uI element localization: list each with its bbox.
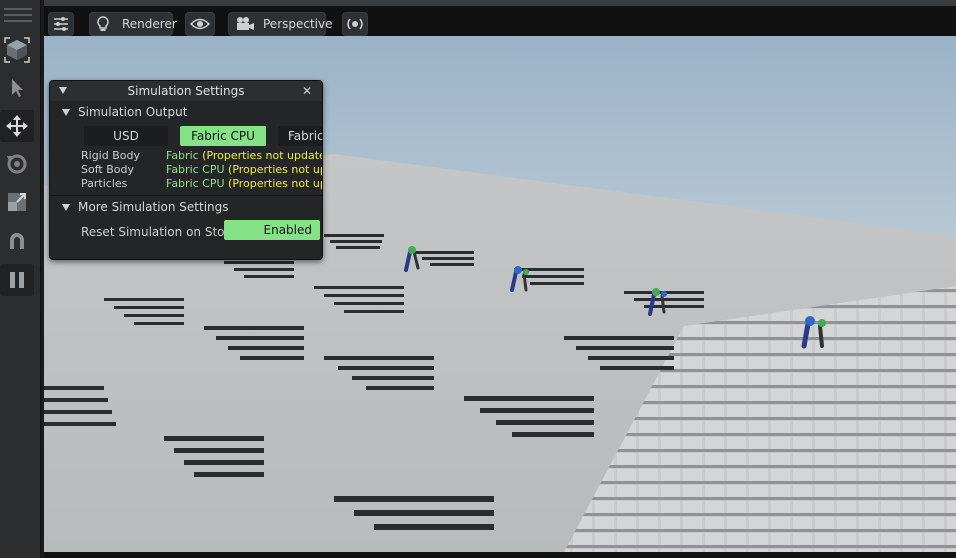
left-toolbar (0, 0, 41, 558)
soft-body-note: (Properties not updated) (228, 163, 322, 176)
scale-icon[interactable] (0, 186, 34, 218)
perspective-label: Perspective (263, 17, 333, 31)
particles-row: Particles Fabric CPU (Properties not upd… (50, 177, 322, 191)
move-icon[interactable] (0, 110, 34, 142)
simulation-output-label: Simulation Output (78, 105, 188, 119)
soft-body-value: Fabric CPU (166, 163, 225, 176)
broadcast-icon[interactable] (342, 12, 368, 36)
viewport-bottom-border (44, 552, 956, 558)
rigid-body-label: Rigid Body (81, 149, 140, 162)
soft-body-row: Soft Body Fabric CPU (Properties not upd… (50, 163, 322, 177)
eye-icon[interactable] (185, 12, 215, 36)
rigid-body-row: Rigid Body Fabric (Properties not update… (50, 149, 322, 163)
rotate-icon[interactable] (0, 148, 34, 180)
soft-body-label: Soft Body (81, 163, 134, 176)
section-triangle-icon (62, 203, 70, 211)
toolbar-grip[interactable] (4, 8, 32, 28)
simulation-settings-panel: Simulation Settings ✕ Simulation Output … (49, 80, 323, 260)
particles-note: (Properties not updated) (228, 177, 322, 190)
more-settings-label: More Simulation Settings (78, 200, 229, 214)
close-icon[interactable]: ✕ (302, 84, 312, 98)
select-arrow-icon[interactable] (0, 72, 34, 104)
renderer-label: Renderer (122, 17, 177, 31)
section-triangle-icon (62, 108, 70, 116)
camera-icon (235, 16, 255, 32)
output-tabs: USD Fabric CPU Fabric (50, 123, 322, 149)
settings-sliders-icon[interactable] (48, 12, 74, 36)
panel-title: Simulation Settings (127, 84, 245, 98)
reset-simulation-toggle[interactable]: Enabled (224, 220, 320, 240)
lightbulb-icon (96, 16, 110, 32)
perspective-camera-button[interactable]: Perspective (228, 12, 333, 36)
rigid-body-note: (Properties not updated) (202, 149, 322, 162)
particles-value: Fabric CPU (166, 177, 225, 190)
snap-magnet-icon[interactable] (0, 226, 34, 258)
tab-fabric-cpu[interactable]: Fabric CPU (180, 126, 266, 146)
reset-simulation-row: Reset Simulation on Stop Enabled (50, 218, 322, 246)
tab-fabric[interactable]: Fabric (278, 126, 322, 146)
pause-icon[interactable] (0, 264, 34, 296)
reset-simulation-label: Reset Simulation on Stop (81, 225, 233, 239)
renderer-button[interactable]: Renderer (89, 12, 177, 36)
tab-usd[interactable]: USD (84, 126, 168, 146)
cube-icon[interactable] (0, 34, 34, 66)
more-settings-header[interactable]: More Simulation Settings (50, 196, 322, 218)
particles-label: Particles (81, 177, 128, 190)
simulation-output-header[interactable]: Simulation Output (50, 101, 322, 123)
panel-titlebar[interactable]: Simulation Settings ✕ (50, 81, 322, 101)
rigid-body-value: Fabric (166, 149, 199, 162)
viewport-toolbar: Renderer Perspective (44, 6, 956, 36)
